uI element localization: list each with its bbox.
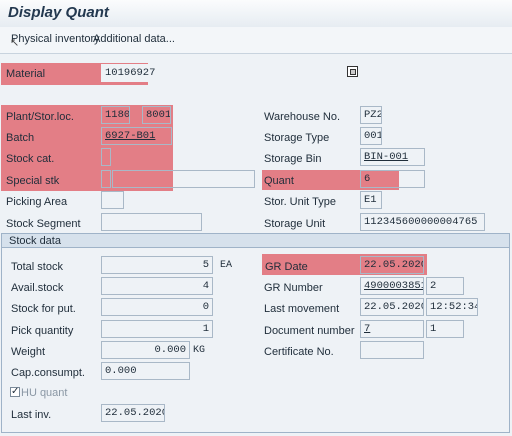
- plant-label: Plant/Stor.loc.: [6, 111, 74, 123]
- stock-for-putaway-label: Stock for put.: [11, 303, 76, 315]
- weight-label: Weight: [11, 346, 46, 358]
- stock-segment-label: Stock Segment: [6, 218, 81, 230]
- gr-item-field[interactable]: 2: [426, 277, 464, 295]
- storage-unit-field[interactable]: 112345600000004765: [360, 213, 485, 231]
- storage-unit-type-field[interactable]: E1: [360, 191, 382, 209]
- last-inventory-field[interactable]: 22.05.2020: [101, 404, 165, 422]
- page-title: Display Quant: [8, 4, 109, 21]
- storloc-field[interactable]: 8001: [142, 106, 171, 124]
- warehouse-field[interactable]: PZ2: [360, 106, 382, 124]
- capacity-consumption-label: Cap.consumpt.: [11, 367, 85, 379]
- picking-area-label: Picking Area: [6, 196, 68, 208]
- storage-type-label: Storage Type: [264, 132, 330, 144]
- gr-number-label: GR Number: [264, 282, 323, 294]
- storage-type-field[interactable]: 001: [360, 127, 382, 145]
- quant-label: Quant: [264, 175, 294, 187]
- warehouse-label: Warehouse No.: [264, 111, 341, 123]
- plant-field[interactable]: 1180: [101, 106, 130, 124]
- last-movement-label: Last movement: [264, 303, 340, 315]
- storage-bin-label: Storage Bin: [264, 153, 322, 165]
- weight-unit: KG: [193, 345, 206, 356]
- document-number-field[interactable]: 7: [360, 320, 424, 338]
- hu-quant-label: HU quant: [21, 387, 68, 399]
- special-stock-number-field[interactable]: [112, 170, 255, 188]
- storage-unit-label: Storage Unit: [264, 218, 326, 230]
- pick-quantity-field[interactable]: 1: [101, 320, 213, 338]
- capacity-consumption-field[interactable]: 0.000: [101, 362, 190, 380]
- stock-category-field[interactable]: [101, 148, 111, 166]
- gr-date-label: GR Date: [265, 261, 308, 273]
- physical-inventory-button[interactable]: Physical inventory: [11, 33, 100, 45]
- last-movement-time-field[interactable]: 12:52:34: [426, 298, 478, 316]
- additional-data-button[interactable]: Additional data...: [93, 33, 175, 45]
- pick-quantity-label: Pick quantity: [11, 325, 74, 337]
- material-field[interactable]: 10196927: [101, 64, 346, 82]
- batch-field[interactable]: 6927-B01: [101, 127, 172, 145]
- certificate-number-field[interactable]: [360, 341, 424, 359]
- document-number-label: Document number: [264, 325, 355, 337]
- total-stock-field[interactable]: 5: [101, 256, 213, 274]
- gr-number-field[interactable]: 4900003851: [360, 277, 424, 295]
- weight-field[interactable]: 0.000: [101, 341, 190, 359]
- special-stock-field[interactable]: [101, 170, 111, 188]
- document-item-field[interactable]: 1: [426, 320, 464, 338]
- batch-label: Batch: [6, 132, 35, 144]
- quant-field[interactable]: 6: [360, 170, 425, 188]
- picking-area-field[interactable]: [101, 191, 124, 209]
- stock-data-group-title: Stock data: [1, 233, 510, 248]
- certificate-number-label: Certificate No.: [264, 346, 334, 358]
- last-inventory-label: Last inv.: [11, 409, 52, 421]
- title-bar: Display Quant: [0, 0, 512, 28]
- total-stock-unit: EA: [220, 260, 233, 271]
- available-stock-label: Avail.stock: [11, 282, 64, 294]
- stock-data-title: Stock data: [9, 235, 61, 247]
- special-stock-label: Special stk: [6, 175, 60, 187]
- application-toolbar: Physical inventory Additional data...: [0, 27, 512, 54]
- storage-unit-type-label: Stor. Unit Type: [264, 196, 336, 208]
- gr-date-field[interactable]: 22.05.2020: [360, 256, 424, 274]
- matchcode-icon[interactable]: [347, 66, 358, 77]
- available-stock-field[interactable]: 4: [101, 277, 213, 295]
- storage-bin-field[interactable]: BIN-001: [360, 148, 425, 166]
- checkbox-checked-icon[interactable]: ✓: [10, 387, 20, 397]
- last-movement-date-field[interactable]: 22.05.2020: [360, 298, 424, 316]
- arrow-cursor-icon: ↖: [10, 37, 20, 49]
- stock-category-label: Stock cat.: [6, 153, 55, 165]
- stock-segment-field[interactable]: [101, 213, 202, 231]
- material-label: Material: [6, 68, 46, 80]
- stock-for-putaway-field[interactable]: 0: [101, 298, 213, 316]
- total-stock-label: Total stock: [11, 261, 63, 273]
